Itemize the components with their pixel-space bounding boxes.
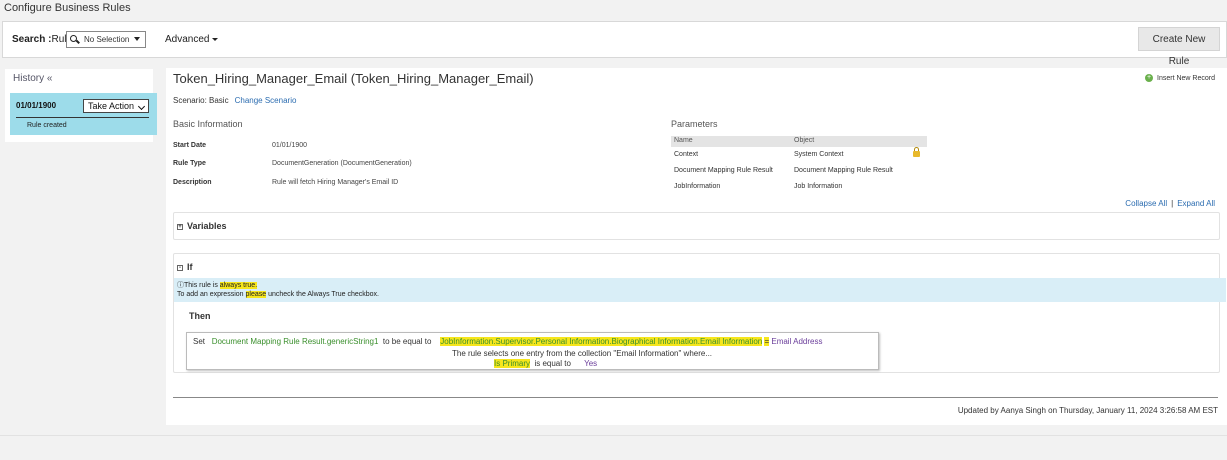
history-entry[interactable]: 01/01/1900 Take Action Rule created bbox=[10, 93, 157, 135]
insert-new-record-link[interactable]: + Insert New Record bbox=[1145, 74, 1215, 82]
condition-line: Is Primary is equal to Yes bbox=[494, 359, 597, 368]
source-path[interactable]: JobInformation.Supervisor.Personal Infor… bbox=[440, 337, 763, 346]
chevron-down-icon bbox=[134, 37, 140, 41]
history-panel: History « 01/01/1900 Take Action Rule cr… bbox=[5, 69, 157, 142]
add-icon: + bbox=[1145, 74, 1154, 82]
parameters-header-row: Name Object bbox=[671, 136, 927, 147]
create-new-rule-button[interactable]: Create New Rule bbox=[1138, 27, 1220, 67]
take-action-dropdown[interactable]: Take Action bbox=[83, 99, 149, 113]
source-field[interactable]: Email Address bbox=[771, 337, 822, 346]
basic-info-heading: Basic Information bbox=[173, 119, 243, 129]
link-separator: | bbox=[1171, 199, 1174, 208]
change-scenario-link[interactable]: Change Scenario bbox=[235, 96, 297, 105]
collapse-expand-controls: Collapse All | Expand All bbox=[1125, 199, 1215, 208]
table-row: Document Mapping Rule Result Document Ma… bbox=[671, 163, 927, 179]
param-object: System Context bbox=[794, 151, 844, 158]
if-header[interactable]: - If bbox=[177, 262, 193, 272]
rule-type-value: DocumentGeneration (DocumentGeneration) bbox=[272, 160, 412, 167]
advanced-label: Advanced bbox=[165, 34, 210, 45]
app-title: Configure Business Rules bbox=[4, 2, 131, 14]
column-header-name: Name bbox=[674, 137, 693, 144]
history-divider bbox=[16, 117, 149, 118]
notice-text-please: please bbox=[245, 291, 267, 298]
param-name: Document Mapping Rule Result bbox=[674, 167, 773, 174]
source-operator: = bbox=[764, 337, 770, 346]
notice-text-2c: uncheck the Always True checkbox. bbox=[266, 291, 379, 298]
start-date-value: 01/01/1900 bbox=[272, 142, 308, 149]
rule-type-label: Rule Type bbox=[173, 160, 206, 167]
variables-panel: + Variables bbox=[173, 212, 1220, 240]
chevron-down-icon bbox=[137, 102, 146, 111]
set-expression[interactable]: Set Document Mapping Rule Result.generic… bbox=[186, 332, 879, 370]
parameters-heading: Parameters bbox=[671, 119, 718, 129]
description-label: Description bbox=[173, 179, 212, 186]
history-entry-date: 01/01/1900 bbox=[16, 101, 57, 110]
rule-detail-panel: Token_Hiring_Manager_Email (Token_Hiring… bbox=[166, 68, 1227, 425]
caret-down-icon bbox=[212, 37, 219, 41]
condition-field[interactable]: Is Primary bbox=[494, 359, 530, 368]
scenario-row: Scenario: Basic Change Scenario bbox=[173, 96, 296, 105]
variables-header[interactable]: + Variables bbox=[177, 221, 227, 231]
table-row: JobInformation Job Information bbox=[671, 179, 927, 195]
search-label: Search :Rule bbox=[12, 34, 72, 45]
collection-note: The rule selects one entry from the coll… bbox=[452, 349, 713, 358]
updated-by-text: Updated by Aanya Singh on Thursday, Janu… bbox=[957, 406, 1218, 415]
column-header-object: Object bbox=[794, 137, 815, 144]
collapse-all-link[interactable]: Collapse All bbox=[1125, 199, 1167, 208]
set-target-field[interactable]: Document Mapping Rule Result.genericStri… bbox=[212, 337, 379, 346]
advanced-toggle[interactable]: Advanced bbox=[165, 34, 219, 45]
notice-text-2a: To add an expression bbox=[177, 291, 246, 298]
insert-new-record-label: Insert New Record bbox=[1157, 74, 1215, 82]
search-icon bbox=[70, 35, 77, 42]
lock-icon bbox=[913, 147, 920, 157]
condition-operator: is equal to bbox=[534, 359, 571, 368]
expand-all-link[interactable]: Expand All bbox=[1177, 199, 1215, 208]
notice-text-always-true: always true. bbox=[219, 282, 258, 289]
expand-icon[interactable]: + bbox=[177, 223, 183, 230]
info-icon: ⓘ bbox=[177, 282, 184, 289]
history-entry-status: Rule created bbox=[27, 122, 67, 129]
variables-title: Variables bbox=[187, 221, 227, 231]
page-bottom-divider bbox=[0, 435, 1227, 436]
start-date-label: Start Date bbox=[173, 142, 207, 149]
set-expression-line: Set Document Mapping Rule Result.generic… bbox=[193, 337, 823, 346]
if-title: If bbox=[187, 262, 193, 272]
history-title[interactable]: History « bbox=[13, 73, 52, 84]
rule-select[interactable]: No Selection bbox=[66, 31, 146, 48]
param-object: Document Mapping Rule Result bbox=[794, 167, 893, 174]
search-label-text: Search : bbox=[12, 34, 52, 45]
param-name: JobInformation bbox=[674, 183, 721, 190]
notice-text-1: This rule is bbox=[184, 282, 220, 289]
then-title: Then bbox=[189, 311, 211, 321]
search-bar: Search :Rule No Selection Advanced Creat… bbox=[2, 21, 1227, 67]
param-object: Job Information bbox=[794, 183, 843, 190]
parameters-table: Name Object Context System Context Docum… bbox=[671, 136, 927, 195]
equal-keyword: to be equal to bbox=[382, 337, 432, 346]
rule-title: Token_Hiring_Manager_Email (Token_Hiring… bbox=[173, 71, 534, 86]
description-value: Rule will fetch Hiring Manager's Email I… bbox=[272, 179, 399, 186]
param-name: Context bbox=[674, 151, 699, 158]
always-true-notice: ⓘThis rule is always true. To add an exp… bbox=[174, 278, 1226, 302]
condition-value[interactable]: Yes bbox=[584, 359, 597, 368]
take-action-label: Take Action bbox=[88, 101, 135, 111]
set-keyword: Set bbox=[193, 337, 206, 346]
rule-select-value: No Selection bbox=[84, 35, 130, 44]
table-row: Context System Context bbox=[671, 147, 927, 163]
collapse-icon[interactable]: - bbox=[177, 264, 183, 271]
scenario-label: Scenario: Basic bbox=[173, 96, 229, 105]
footer-divider bbox=[173, 397, 1218, 398]
